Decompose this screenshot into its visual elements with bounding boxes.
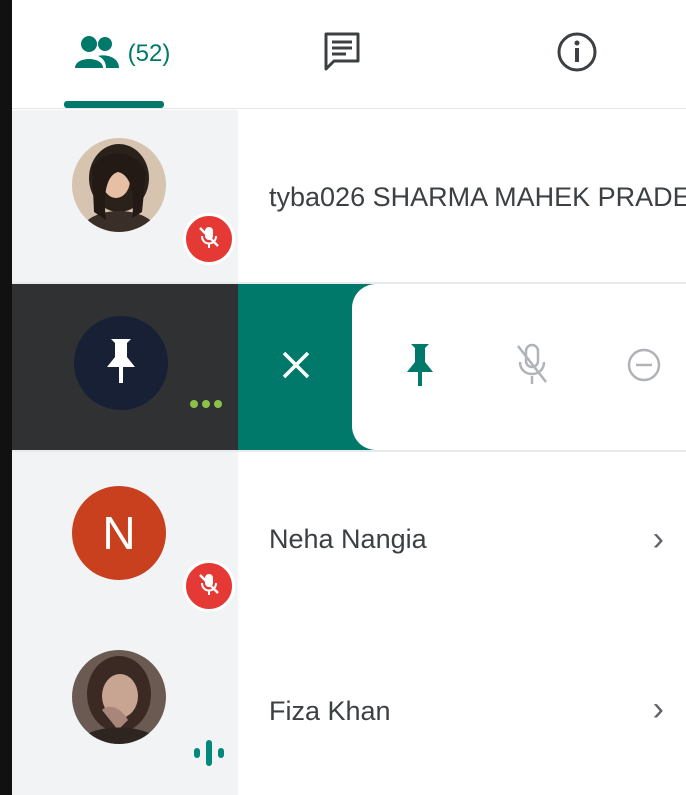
participant-count: (52)	[127, 40, 171, 67]
tab-people[interactable]: (52)	[52, 0, 192, 108]
mic-off-icon	[514, 342, 550, 393]
pin-preview-panel	[12, 284, 238, 450]
participant-row[interactable]: Fiza Khan ›	[12, 628, 686, 795]
chevron-right-icon[interactable]: ›	[653, 520, 664, 559]
participant-name: tyba026 SHARMA MAHEK PRADE...	[269, 182, 686, 212]
mute-button[interactable]	[502, 337, 562, 397]
avatar	[72, 650, 166, 744]
avatar	[72, 138, 166, 232]
info-icon	[556, 31, 598, 78]
pin-button[interactable]	[390, 337, 450, 397]
avatar-letter: N	[102, 507, 136, 559]
pin-icon	[101, 335, 141, 392]
muted-badge	[183, 213, 235, 265]
participant-actions	[352, 284, 686, 450]
people-icon	[74, 34, 120, 75]
mic-off-icon	[196, 224, 222, 255]
pin-icon	[403, 340, 437, 395]
participant-row[interactable]: tyba026 SHARMA MAHEK PRADE...	[12, 110, 686, 282]
chevron-right-icon[interactable]: ›	[653, 690, 664, 729]
chat-icon	[322, 31, 362, 78]
participant-row[interactable]: N Neha Nangia ›	[12, 452, 686, 628]
participant-name: Fiza Khan	[269, 696, 391, 726]
active-tab-indicator	[64, 101, 164, 108]
remove-icon	[625, 346, 663, 389]
speaking-indicator	[192, 738, 226, 768]
participant-name: Neha Nangia	[269, 524, 427, 554]
tab-bar: (52)	[12, 0, 686, 109]
avatar	[74, 316, 168, 410]
close-icon	[279, 348, 313, 387]
close-button[interactable]	[238, 284, 354, 450]
participant-row-options[interactable]	[12, 284, 686, 450]
avatar: N	[72, 486, 166, 580]
more-options-icon[interactable]	[190, 400, 222, 408]
remove-button[interactable]	[614, 337, 674, 397]
mic-off-icon	[196, 571, 222, 602]
tab-chat[interactable]	[297, 0, 387, 108]
tab-info[interactable]	[537, 0, 617, 108]
muted-badge	[183, 560, 235, 612]
left-edge-border	[0, 0, 12, 795]
